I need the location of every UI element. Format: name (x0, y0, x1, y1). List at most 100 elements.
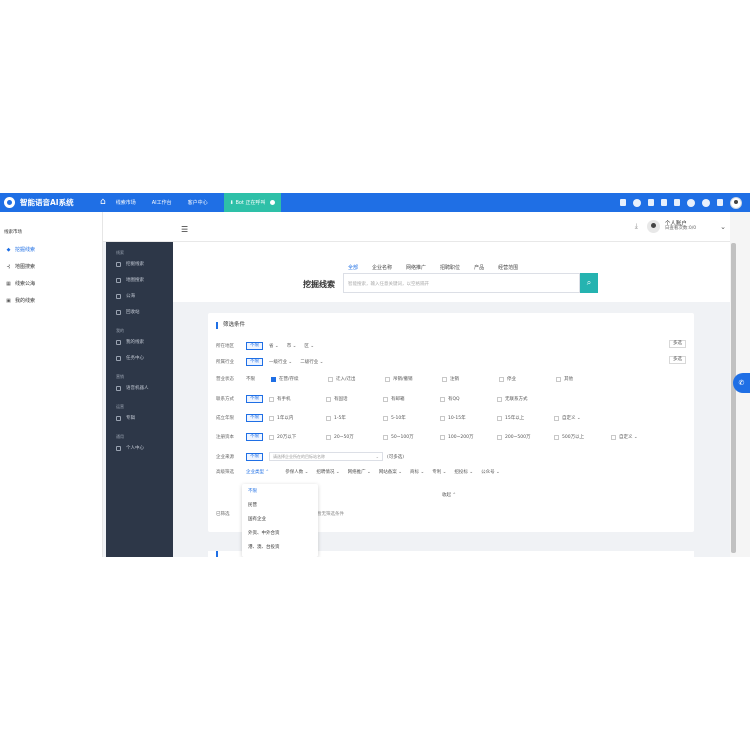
darkbar-item-label: 地图搜索 (126, 278, 144, 283)
search-button[interactable]: ⌕ (580, 273, 598, 293)
sidebar-item-my-leads[interactable]: ▣ 我的线索 (0, 292, 102, 309)
status-other-checkbox[interactable]: 其他 (556, 376, 573, 382)
filter-all-tag[interactable]: 不限 (246, 395, 263, 403)
founded-lt1-checkbox[interactable]: 1年以内 (269, 415, 326, 421)
capital-50-100-checkbox[interactable]: 50~100万 (383, 434, 440, 440)
capital-gt500-checkbox[interactable]: 500万以上 (554, 434, 611, 440)
city-select[interactable]: 市 ⌄ (287, 343, 297, 349)
darkbar-item-map-search[interactable]: 地图搜索 (106, 272, 173, 288)
phone-icon[interactable] (620, 199, 626, 206)
founded-1-5-checkbox[interactable]: 1-5年 (326, 415, 383, 421)
chevron-down-icon[interactable]: ⌄ (720, 223, 726, 231)
adv-recruitment[interactable]: 招聘情况 ⌄ (316, 469, 339, 475)
darkbar-item-label: 回收站 (126, 310, 140, 315)
contact-qq-checkbox[interactable]: 有QQ (440, 396, 497, 402)
darkbar-item-tasks[interactable]: 任务中心 (106, 350, 173, 366)
app-logo[interactable]: 智能语音AI系统 (0, 197, 100, 208)
phone-call-button[interactable]: ✆ (733, 373, 750, 393)
status-moved-checkbox[interactable]: 迁入/迁出 (328, 376, 385, 382)
darkbar-item-mine-leads[interactable]: 挖掘线索 (106, 256, 173, 272)
avatar[interactable] (730, 196, 742, 209)
darkbar-item-album[interactable]: 专辑 (106, 410, 173, 426)
source-site-select[interactable]: 请选择企业所在的目标站名称 ⌄ (269, 452, 383, 461)
status-cancelled-checkbox[interactable]: 注销 (442, 376, 499, 382)
filter-row-industry: 所属行业 不限 一级行业 ⌄ 二级行业 ⌄ (216, 358, 331, 366)
adv-patent[interactable]: 专利 ⌄ (432, 469, 446, 475)
darkbar-item-label: 我的线索 (126, 340, 144, 345)
contact-mobile-checkbox[interactable]: 有手机 (269, 396, 326, 402)
user-menu[interactable]: ⤓ 个人账户 日查看次数:0/0 ⌄ (635, 220, 726, 233)
founded-custom-checkbox[interactable]: 自定义 ⌄ (554, 415, 581, 421)
sidebar-item-lead-pool[interactable]: ▦ 线索公海 (0, 275, 102, 292)
filter-all-tag[interactable]: 不限 (246, 414, 263, 422)
status-all-option[interactable]: 不限 (246, 376, 271, 382)
capital-200-500-checkbox[interactable]: 200~500万 (497, 434, 554, 440)
contact-email-checkbox[interactable]: 有邮箱 (383, 396, 440, 402)
darkbar-item-recycle[interactable]: 回收站 (106, 304, 173, 320)
darkbar-item-my-leads[interactable]: 我的线索 (106, 334, 173, 350)
filter-all-tag[interactable]: 不限 (246, 358, 263, 366)
darkbar-item-pool[interactable]: 公海 (106, 288, 173, 304)
contact-landline-checkbox[interactable]: 有固话 (326, 396, 383, 402)
nav-lead-market[interactable]: 线索市场 (116, 199, 136, 206)
adv-icp[interactable]: 网站备案 ⌄ (379, 469, 402, 475)
globe-icon[interactable] (702, 198, 710, 207)
founded-5-10-checkbox[interactable]: 5-10年 (383, 415, 440, 421)
province-select[interactable]: 省 ⌄ (269, 343, 279, 349)
status-revoked-checkbox[interactable]: 吊销/撤销 (385, 376, 442, 382)
status-active-checkbox[interactable]: 在营/存续 (271, 376, 328, 382)
download-icon[interactable]: ⤓ (635, 222, 638, 231)
darkbar-item-label: 语音机器人 (126, 386, 149, 391)
adv-official-account[interactable]: 公众号 ⌄ (481, 469, 500, 475)
multi-select-button[interactable]: 多选 (669, 356, 686, 364)
filter-card-title: 筛选条件 (216, 322, 245, 329)
darkbar-item-voice-robot[interactable]: 语音机器人 (106, 380, 173, 396)
nav-ai-workbench[interactable]: AI工作台 (152, 199, 172, 206)
adv-insured-count[interactable]: 参保人数 ⌄ (285, 469, 308, 475)
nav-customer-center[interactable]: 客户中心 (188, 199, 208, 206)
dropdown-option[interactable]: 不限 (242, 484, 318, 498)
home-icon[interactable]: ⌂ (100, 198, 106, 207)
sidebar-item-map-search[interactable]: ⊰ 地图搜索 (0, 258, 102, 275)
user-avatar[interactable] (646, 220, 660, 233)
status-suspended-checkbox[interactable]: 停业 (499, 376, 556, 382)
compass-icon[interactable] (687, 198, 695, 207)
fullscreen-icon[interactable] (717, 199, 723, 206)
filter-row-region: 所在地区 不限 省 ⌄ 市 ⌄ 区 ⌄ (216, 342, 322, 350)
dropdown-option[interactable]: 港、澳、台投资 (242, 540, 318, 554)
sidebar-item-mine-leads[interactable]: ◆ 挖掘线索 (0, 241, 102, 258)
capital-100-200-checkbox[interactable]: 100~200万 (440, 434, 497, 440)
filter-all-tag[interactable]: 不限 (246, 433, 263, 441)
settings-icon[interactable] (633, 198, 641, 207)
dropdown-option[interactable]: 民营 (242, 498, 318, 512)
app-screen: 智能语音AI系统 ⌂ 线索市场 AI工作台 客户中心 ⬇ Bot 正在呼叫 线索… (0, 193, 750, 557)
menu-icon[interactable] (674, 199, 680, 206)
filter-all-tag[interactable]: 不限 (246, 452, 263, 461)
darkbar-item-profile[interactable]: 个人中心 (106, 440, 173, 456)
bot-calling-indicator[interactable]: ⬇ Bot 正在呼叫 (223, 193, 282, 212)
multi-select-button[interactable]: 多选 (669, 340, 686, 348)
scrollbar-thumb[interactable] (731, 243, 736, 553)
collapse-button[interactable]: 收起 ⌃ (442, 492, 456, 498)
district-select[interactable]: 区 ⌄ (304, 343, 314, 349)
capital-custom-checkbox[interactable]: 自定义 ⌄ (611, 434, 638, 440)
capital-20-50-checkbox[interactable]: 20~50万 (326, 434, 383, 440)
user-info: 个人账户 日查看次数:0/0 (665, 221, 696, 232)
sort-icon[interactable] (648, 199, 654, 206)
adv-bidding[interactable]: 招投标 ⌄ (454, 469, 473, 475)
industry-l2-select[interactable]: 二级行业 ⌄ (300, 359, 323, 365)
founded-10-15-checkbox[interactable]: 10-15年 (440, 415, 497, 421)
capital-lt20-checkbox[interactable]: 20万以下 (269, 434, 326, 440)
dropdown-option[interactable]: 外资、中外合资 (242, 526, 318, 540)
adv-trademark[interactable]: 商标 ⌄ (410, 469, 424, 475)
adv-online-promo[interactable]: 网络推广 ⌄ (348, 469, 371, 475)
menu-toggle-icon[interactable]: ☰ (181, 226, 188, 234)
bookmark-icon[interactable] (661, 199, 667, 206)
contact-none-checkbox[interactable]: 无联系方式 (497, 396, 528, 402)
industry-l1-select[interactable]: 一级行业 ⌄ (269, 359, 292, 365)
search-input[interactable]: 智能搜索，输入任意关键词，以空格隔开 (343, 273, 580, 293)
adv-company-type[interactable]: 企业类型 ⌃ (246, 469, 269, 475)
dropdown-option[interactable]: 国有企业 (242, 512, 318, 526)
filter-all-tag[interactable]: 不限 (246, 342, 263, 350)
founded-gt15-checkbox[interactable]: 15年以上 (497, 415, 554, 421)
